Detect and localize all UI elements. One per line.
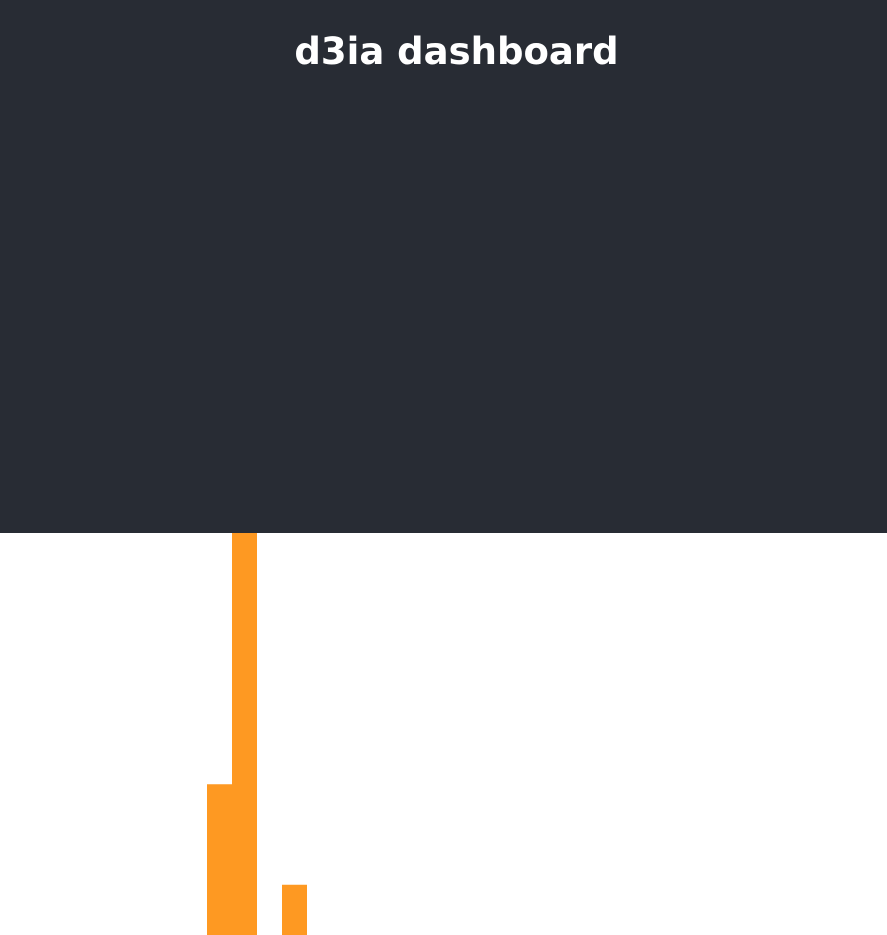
bar-4 bbox=[282, 884, 307, 935]
bar-chart bbox=[0, 533, 887, 935]
bar-1 bbox=[207, 784, 232, 935]
bar-2 bbox=[232, 533, 257, 935]
bar-chart-svg bbox=[207, 533, 307, 935]
page-title: d3ia dashboard bbox=[294, 30, 619, 73]
dashboard-header: d3ia dashboard bbox=[0, 0, 887, 533]
